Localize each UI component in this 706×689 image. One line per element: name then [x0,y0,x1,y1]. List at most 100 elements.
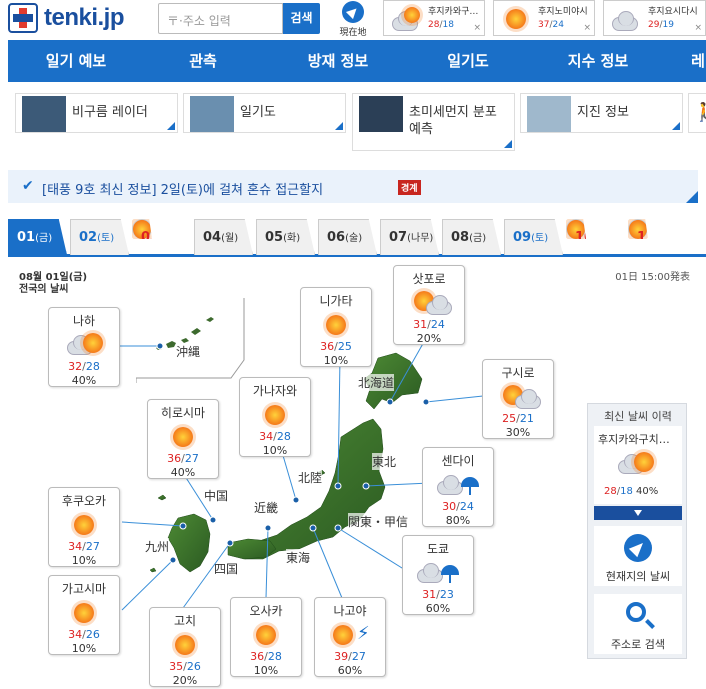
close-icon[interactable]: × [583,23,591,33]
city-temps: 31/23 [422,588,454,601]
recent-weather-sidebar: 최신 날씨 이력 후지카와구치… 28/18 40% 현재지의 날씨 주소로 검… [587,403,687,659]
city-pop: 40% [170,466,196,479]
address-search-button[interactable]: 주소로 검색 [594,594,682,654]
tab-day: 03 [141,230,160,245]
tab-day: 11 [637,230,656,245]
city-temps: 32/28 [68,360,100,373]
city-name: 도쿄 [426,542,450,556]
date-tab[interactable]: 07(나무) [380,219,439,255]
history-item[interactable]: 후지요시다시 29/19 × [603,0,706,36]
tile-rain-radar[interactable]: 비구름 레이더 [15,93,178,133]
person-icon: 🚶 [693,102,706,123]
recent-location-card[interactable]: 후지카와구치… 28/18 40% [594,426,682,504]
radar-thumbnail [22,96,66,132]
tile-pm25[interactable]: 초미세먼지 분포 예측 [352,93,515,151]
search-input[interactable]: 〒·주소 입력 [158,3,283,34]
date-tab[interactable]: 09(토) [504,219,563,255]
cloudy-sunny-icon [390,7,424,31]
city-card-nagoya[interactable]: 나고야 ⚡ 39/27 60% [314,597,386,677]
sunny-icon [59,511,109,539]
search-button[interactable]: 검색 [283,3,320,34]
city-card-hiroshima[interactable]: 히로시마 36/27 40% [147,399,219,479]
tenki-logo[interactable]: tenki.jp [8,3,158,33]
city-temps: 34/26 [68,628,100,641]
city-card-sendai[interactable]: 센다이 30/24 80% [422,447,494,527]
date-tab[interactable]: 02(토) [70,219,129,255]
date-tab[interactable]: 05(화) [256,219,315,255]
city-pop: 10% [323,354,349,367]
typhoon-alert[interactable]: ✔ [태풍 9호 최신 정보] 2일(토)에 걸쳐 혼슈 접근할지 경계 [8,170,698,203]
close-icon[interactable]: × [694,23,702,33]
tab-weekday: (일) [593,233,611,244]
cloudy-rain-icon [413,559,463,587]
nav-index-info[interactable]: 지수 정보 [553,40,643,82]
tile-more[interactable]: 🚶 [688,93,706,133]
city-temps: 36/25 [320,340,352,353]
header: tenki.jp 〒·주소 입력 검색 現在地 후지카와구… 28/18 × 후… [0,0,706,40]
city-pop: 10% [253,664,279,677]
tile-label: 비구름 레이더 [72,105,148,120]
city-card-fukuoka[interactable]: 후쿠오카 34/27 10% [48,487,120,567]
city-pop: 40% [71,374,97,387]
date-tab[interactable]: 04(월) [194,219,253,255]
current-location-button[interactable]: 現在地 [328,1,378,38]
city-card-sapporo[interactable]: 삿포로 31/24 20% [393,265,465,345]
history-item[interactable]: 후지노미야시 37/24 × [493,0,595,36]
city-temps: 34/28 [259,430,291,443]
history-item[interactable]: 후지카와구… 28/18 × [383,0,485,36]
tab-weekday: (화) [283,233,301,244]
tile-weather-chart[interactable]: 일기도 [183,93,346,133]
warning-badge: 경계 [398,180,421,195]
tab-day: 05 [265,230,284,245]
tab-weekday: (토) [97,233,115,244]
city-pop: 10% [262,444,288,457]
tab-day: 02 [79,230,98,245]
expand-history-button[interactable] [594,506,682,520]
sunny-icon [59,599,109,627]
corner-arrow-icon [672,122,680,130]
date-tab[interactable]: 11(월) [628,219,648,239]
city-card-kanazawa[interactable]: 가나자와 34/28 10% [239,377,311,457]
city-card-niigata[interactable]: 니가타 36/25 10% [300,287,372,367]
city-card-kagoshima[interactable]: 가고시마 34/26 10% [48,575,120,655]
city-name: 가고시마 [61,582,107,596]
nav-observation[interactable]: 관측 [168,40,238,82]
sunny-icon [250,401,300,429]
sunny-icon [160,631,210,659]
nav-disaster-info[interactable]: 방재 정보 [288,40,388,82]
nav-forecast[interactable]: 일기 예보 [26,40,126,82]
tab-weekday: (일) [159,233,177,244]
city-card-osaka[interactable]: 오사카 36/28 10% [230,597,302,677]
city-name: 삿포로 [412,272,446,286]
city-card-tokyo[interactable]: 도쿄 31/23 60% [402,535,474,615]
city-name: 히로시마 [160,406,206,420]
tab-weekday: (월) [221,233,239,244]
cloudy-sunny-icon [610,7,644,31]
current-location-weather-button[interactable]: 현재지의 날씨 [594,526,682,586]
city-card-naha[interactable]: 나하 32/28 40% [48,307,120,387]
sunny-thunder-icon: ⚡ [325,621,375,649]
city-card-kochi[interactable]: 고치 35/26 20% [149,607,221,687]
history-temps: 29/19 [648,20,674,30]
city-pop: 60% [337,664,363,677]
alert-text[interactable]: [태풍 9호 최신 정보] 2일(토)에 걸쳐 혼슈 접근할지 [42,179,323,198]
city-card-kushiro[interactable]: 구시로 25/21 30% [482,359,554,439]
date-tab[interactable]: 08(금) [442,219,501,255]
cloudy-sunny-icon [59,331,109,359]
cloudy-sunny-icon [618,450,658,480]
history-temps: 37/24 [538,20,564,30]
logo-text: tenki.jp [44,4,125,31]
close-icon[interactable]: × [473,23,481,33]
sunny-cloudy-icon [404,289,454,317]
date-tab[interactable]: 10(일) [566,219,586,239]
sunny-icon [158,423,208,451]
nav-weather-map[interactable]: 일기도 [428,40,508,82]
recent-location-name: 후지카와구치… [598,433,670,446]
nav-more[interactable]: 레 [690,40,706,82]
city-name: 나고야 [333,604,367,618]
date-tab[interactable]: 06(술) [318,219,377,255]
main-nav: 일기 예보 관측 방재 정보 일기도 지수 정보 레 [8,40,706,82]
date-tab[interactable]: 03(일) [132,219,152,239]
date-tab[interactable]: 01(금) [8,219,67,255]
tile-earthquake[interactable]: 지진 정보 [520,93,683,133]
